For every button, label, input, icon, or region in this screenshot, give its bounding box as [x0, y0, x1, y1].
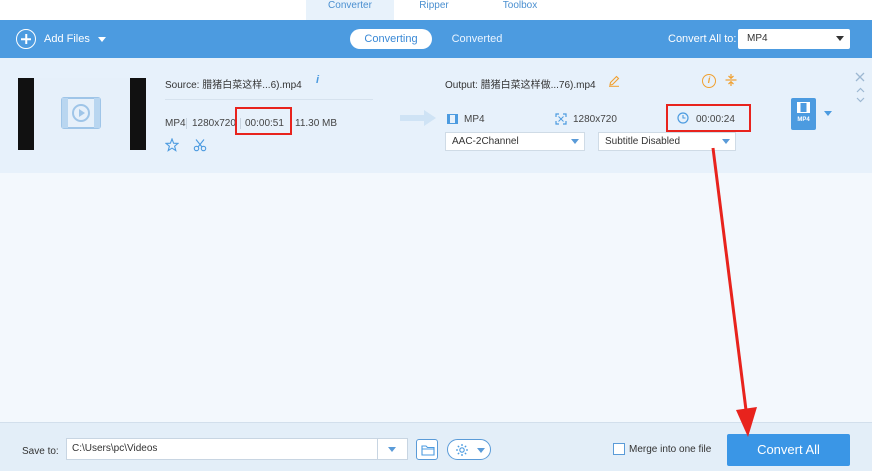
- letterbox-left: [18, 78, 34, 150]
- chevron-down-icon[interactable]: [97, 36, 106, 42]
- merge-checkbox[interactable]: [613, 443, 625, 455]
- source-size: 11.30 MB: [295, 118, 338, 129]
- output-file-name: Output: 腊猪白菜这样做...76).mp4: [445, 80, 596, 91]
- mode-converting-tab[interactable]: Converting: [350, 29, 432, 49]
- separator: [186, 118, 187, 129]
- chevron-down-icon: [836, 36, 844, 41]
- save-path-input[interactable]: C:\Users\pc\Videos: [66, 438, 378, 460]
- annotation-box-output-duration: [666, 104, 751, 132]
- convert-all-format-select[interactable]: MP4: [738, 29, 850, 49]
- settings-button[interactable]: [447, 439, 491, 460]
- mode-converted-tab[interactable]: Converted: [440, 29, 514, 49]
- warning-info-icon[interactable]: i: [702, 74, 716, 88]
- source-file-name: Source: 腊猪白菜这样...6).mp4: [165, 80, 302, 91]
- output-resolution: 1280x720: [573, 114, 617, 125]
- tab-ripper[interactable]: Ripper: [392, 0, 476, 20]
- output-format-button[interactable]: MP4: [791, 98, 816, 130]
- annotation-box-source-duration: [235, 107, 292, 135]
- add-files-label: Add Files: [44, 33, 90, 45]
- info-icon[interactable]: i: [316, 74, 319, 86]
- enhance-star-icon[interactable]: [165, 138, 179, 152]
- convert-all-button[interactable]: Convert All: [727, 434, 850, 466]
- chevron-down-icon: [477, 448, 485, 453]
- audio-track-value: AAC-2Channel: [452, 136, 519, 147]
- video-thumbnail[interactable]: [18, 78, 146, 150]
- divider: [165, 99, 373, 100]
- chevron-down-icon: [571, 139, 579, 144]
- format-select-value: MP4: [747, 33, 768, 44]
- scissors-icon[interactable]: [193, 138, 207, 152]
- save-to-label: Save to:: [22, 446, 59, 457]
- tab-converter[interactable]: Converter: [306, 0, 394, 20]
- convert-arrow-icon: [400, 110, 436, 126]
- chevron-up-icon[interactable]: [856, 87, 865, 93]
- chevron-down-icon: [722, 139, 730, 144]
- top-tab-bar: Converter Ripper Toolbox: [0, 0, 872, 20]
- letterbox-right: [130, 78, 146, 150]
- toolbar: Add Files Converting Converted Convert A…: [0, 20, 872, 58]
- convert-all-to-label: Convert All to:: [668, 33, 737, 45]
- plus-circle-icon: [16, 29, 36, 49]
- film-icon: [797, 102, 810, 113]
- open-folder-button[interactable]: [416, 439, 438, 460]
- chevron-down-icon: [388, 447, 396, 452]
- chevron-down-icon[interactable]: [856, 97, 865, 103]
- subtitle-value: Subtitle Disabled: [605, 136, 681, 147]
- merge-label[interactable]: Merge into one file: [629, 444, 711, 455]
- video-play-icon: [61, 97, 101, 129]
- tab-toolbox[interactable]: Toolbox: [480, 0, 560, 20]
- folder-icon: [421, 445, 435, 456]
- edit-pencil-icon[interactable]: [608, 75, 620, 87]
- add-files-button[interactable]: Add Files: [16, 28, 106, 50]
- gear-icon: [456, 444, 468, 456]
- close-icon[interactable]: [855, 72, 865, 82]
- film-icon: [447, 114, 458, 124]
- file-list-area: [0, 173, 872, 422]
- resolution-icon: [555, 113, 567, 125]
- subtitle-select[interactable]: Subtitle Disabled: [598, 132, 736, 151]
- audio-track-select[interactable]: AAC-2Channel: [445, 132, 585, 151]
- chevron-down-icon[interactable]: [824, 111, 832, 116]
- trim-adjust-icon[interactable]: [724, 73, 738, 87]
- bottom-bar: Save to: C:\Users\pc\Videos Merge into o…: [0, 422, 872, 471]
- format-badge-text: MP4: [797, 117, 810, 123]
- save-path-dropdown[interactable]: [378, 438, 408, 460]
- source-format: MP4: [165, 118, 186, 129]
- source-resolution: 1280x720: [192, 118, 236, 129]
- output-format: MP4: [464, 114, 485, 125]
